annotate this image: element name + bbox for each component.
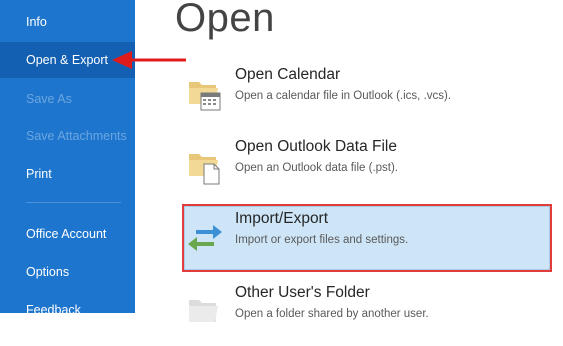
option-description: Open an Outlook data file (.pst).: [235, 162, 399, 174]
shared-folder-icon: [189, 300, 218, 322]
open-calendar-option[interactable]: Open Calendar Open a calendar file in Ou…: [182, 60, 552, 128]
open-outlook-data-file-option[interactable]: Open Outlook Data File Open an Outlook d…: [182, 132, 552, 200]
option-description: Open a folder shared by another user.: [235, 308, 429, 320]
sidebar-item-info[interactable]: Info: [0, 4, 135, 40]
sidebar-divider: [26, 202, 121, 203]
import-export-option[interactable]: Import/Export Import or export files and…: [182, 204, 552, 272]
page-title: Open: [175, 0, 275, 40]
import-export-arrows-icon: [188, 225, 222, 251]
option-description: Open a calendar file in Outlook (.ics, .…: [235, 90, 452, 102]
sidebar-item-options[interactable]: Options: [0, 254, 135, 290]
sidebar-item-print[interactable]: Print: [0, 156, 135, 192]
option-description: Import or export files and settings.: [235, 234, 409, 246]
option-title: Import/Export: [235, 210, 329, 227]
option-title: Open Calendar: [235, 66, 341, 83]
sidebar-item-label: Save Attachments: [26, 129, 127, 143]
sidebar-item-save-as: Save As: [0, 81, 135, 117]
sidebar-item-label: Feedback: [26, 303, 81, 317]
other-users-folder-option[interactable]: Other User's Folder Open a folder shared…: [182, 278, 552, 346]
sidebar-item-save-attachments: Save Attachments: [0, 118, 135, 154]
option-title: Open Outlook Data File: [235, 138, 397, 155]
annotation-arrow-icon: [112, 51, 186, 69]
sidebar-item-feedback[interactable]: Feedback: [0, 292, 135, 328]
sidebar-item-label: Info: [26, 15, 47, 29]
data-file-folder-icon: [189, 154, 220, 185]
sidebar-item-label: Save As: [26, 92, 72, 106]
sidebar-item-label: Options: [26, 265, 70, 279]
sidebar-item-label: Office Account: [26, 227, 107, 241]
sidebar-item-label: Print: [26, 167, 52, 181]
calendar-folder-icon: [189, 82, 221, 111]
sidebar-item-office-account[interactable]: Office Account: [0, 216, 135, 252]
backstage-sidebar: Info Open & Export Save As Save Attachme…: [0, 0, 135, 317]
option-title: Other User's Folder: [235, 284, 370, 301]
sidebar-item-label: Open & Export: [26, 53, 108, 67]
